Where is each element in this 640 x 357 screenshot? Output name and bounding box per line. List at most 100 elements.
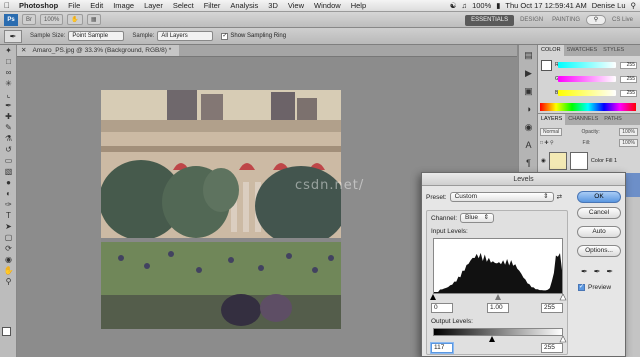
menu-help[interactable]: Help <box>346 1 371 10</box>
move-tool-icon[interactable]: ✦ <box>2 46 15 56</box>
adjustments-panel-icon[interactable]: ◑ <box>522 104 535 117</box>
eraser-tool-icon[interactable]: ▭ <box>2 156 15 166</box>
red-slider[interactable] <box>558 62 616 68</box>
crop-tool-icon[interactable]: ⌞ <box>2 90 15 100</box>
tab-color[interactable]: COLOR <box>538 45 564 56</box>
clone-stamp-tool-icon[interactable]: ⚗ <box>2 134 15 144</box>
document-tab[interactable]: ✕ Amaro_PS.jpg @ 33.3% (Background, RGB/… <box>17 45 180 56</box>
3d-rotate-tool-icon[interactable]: ⟳ <box>2 244 15 254</box>
zoom-tool-icon[interactable]: ⚲ <box>2 277 15 287</box>
input-sliders[interactable] <box>427 294 569 302</box>
menu-image[interactable]: Image <box>108 1 139 10</box>
bridge-button[interactable]: Br <box>22 14 36 25</box>
output-white-field[interactable]: 255 <box>541 343 563 353</box>
foreground-color-swatch[interactable] <box>2 327 11 336</box>
tab-swatches[interactable]: SWATCHES <box>564 45 601 56</box>
tab-styles[interactable]: STYLES <box>600 45 627 56</box>
blur-tool-icon[interactable]: ● <box>2 178 15 188</box>
menu-layer[interactable]: Layer <box>139 1 168 10</box>
apple-menu-icon[interactable]:  <box>0 1 14 10</box>
dodge-tool-icon[interactable]: ◐ <box>2 189 15 199</box>
eyedropper-tool-icon[interactable]: ✒ <box>2 101 15 111</box>
color-panel-foreground-swatch[interactable] <box>541 60 552 71</box>
layer-color-fill[interactable]: ◉ Color Fill 1 <box>538 149 640 173</box>
black-point-eyedropper-icon[interactable]: ✒ <box>581 267 588 276</box>
workspace-painting[interactable]: PAINTING <box>549 17 583 23</box>
tab-layers[interactable]: LAYERS <box>538 114 566 125</box>
gradient-tool-icon[interactable]: ▧ <box>2 167 15 177</box>
eyedropper-icon[interactable]: ✒ <box>4 29 22 43</box>
opacity-field[interactable]: 100% <box>619 127 638 136</box>
eye-icon[interactable]: ◉ <box>541 158 546 164</box>
cancel-button[interactable]: Cancel <box>577 207 621 219</box>
clock[interactable]: Thu Oct 17 12:59:41 AM <box>505 1 586 10</box>
brush-tool-icon[interactable]: ✎ <box>2 123 15 133</box>
character-panel-icon[interactable]: A <box>522 140 535 153</box>
tab-paths[interactable]: PATHS <box>601 114 625 125</box>
layer-mask-thumbnail[interactable] <box>569 152 588 170</box>
shape-tool-icon[interactable]: ▢ <box>2 233 15 243</box>
red-value-field[interactable]: 255 <box>620 62 637 69</box>
show-sampling-ring-checkbox[interactable]: ✓ Show Sampling Ring <box>221 32 286 40</box>
workspace-essentials[interactable]: ESSENTIALS <box>465 14 515 26</box>
document-image[interactable] <box>101 90 341 329</box>
menu-view[interactable]: View <box>283 1 309 10</box>
preset-options-icon[interactable]: ⇄ <box>557 193 562 201</box>
close-icon[interactable]: ✕ <box>21 45 26 56</box>
path-selection-tool-icon[interactable]: ➤ <box>2 222 15 232</box>
actions-panel-icon[interactable]: ▶ <box>522 68 535 81</box>
green-value-field[interactable]: 255 <box>620 76 637 83</box>
workspace-design[interactable]: DESIGN <box>517 17 546 23</box>
volume-icon[interactable]: ♫ <box>461 1 467 10</box>
spotlight-icon[interactable]: ⚲ <box>631 1 637 10</box>
sample-select[interactable]: All Layers <box>157 31 214 41</box>
menu-window[interactable]: Window <box>309 1 346 10</box>
menu-file[interactable]: File <box>63 1 85 10</box>
history-brush-tool-icon[interactable]: ↺ <box>2 145 15 155</box>
output-black-field[interactable]: 117 <box>431 343 453 353</box>
healing-brush-tool-icon[interactable]: ✚ <box>2 112 15 122</box>
menu-edit[interactable]: Edit <box>85 1 108 10</box>
search-icon[interactable]: ⚲ <box>585 15 606 25</box>
lasso-tool-icon[interactable]: ∞ <box>2 68 15 78</box>
menu-3d[interactable]: 3D <box>263 1 283 10</box>
blend-mode-select[interactable]: Normal <box>540 127 563 136</box>
cs-live-button[interactable]: CS Live <box>609 17 636 23</box>
navigator-panel-icon[interactable]: ▣ <box>522 86 535 99</box>
paragraph-panel-icon[interactable]: ¶ <box>522 158 535 171</box>
white-point-eyedropper-icon[interactable]: ✒ <box>606 267 613 276</box>
menu-filter[interactable]: Filter <box>199 1 226 10</box>
blue-value-field[interactable]: 255 <box>620 90 637 97</box>
menu-app-name[interactable]: Photoshop <box>14 1 63 10</box>
hand-icon[interactable]: ✋ <box>67 14 83 25</box>
preset-select[interactable]: Custom ⇕ <box>449 192 554 202</box>
user-name[interactable]: Denise Lu <box>592 1 626 10</box>
masks-panel-icon[interactable]: ◉ <box>522 122 535 135</box>
type-tool-icon[interactable]: T <box>2 211 15 221</box>
input-white-field[interactable]: 255 <box>541 303 563 313</box>
wifi-icon[interactable]: ☯ <box>450 1 457 10</box>
zoom-level-dropdown[interactable]: 100% <box>40 14 64 25</box>
tab-channels[interactable]: CHANNELS <box>565 114 601 125</box>
options-button[interactable]: Options... <box>577 245 621 257</box>
sample-size-select[interactable]: Point Sample <box>68 31 125 41</box>
menu-select[interactable]: Select <box>168 1 199 10</box>
gray-point-eyedropper-icon[interactable]: ✒ <box>594 267 601 276</box>
marquee-tool-icon[interactable]: □ <box>2 57 15 67</box>
menu-analysis[interactable]: Analysis <box>225 1 263 10</box>
input-black-field[interactable]: 0 <box>431 303 453 313</box>
lock-icons[interactable]: □ ✚ ⚲ <box>540 140 554 146</box>
green-slider[interactable] <box>558 76 616 82</box>
auto-button[interactable]: Auto <box>577 226 621 238</box>
history-panel-icon[interactable]: ▤ <box>522 50 535 63</box>
arrange-documents-button[interactable]: ▦ <box>86 14 101 25</box>
ok-button[interactable]: OK <box>577 191 621 203</box>
pen-tool-icon[interactable]: ✑ <box>2 200 15 210</box>
quick-select-tool-icon[interactable]: ✳ <box>2 79 15 89</box>
hand-tool-icon[interactable]: ✋ <box>2 266 15 276</box>
preview-checkbox[interactable]: ✓ Preview <box>578 284 611 291</box>
battery-level[interactable]: 100% <box>472 1 491 10</box>
color-spectrum-ramp[interactable] <box>540 103 636 111</box>
channel-select[interactable]: Blue ⇕ <box>460 213 495 223</box>
input-gamma-field[interactable]: 1.00 <box>487 303 509 313</box>
